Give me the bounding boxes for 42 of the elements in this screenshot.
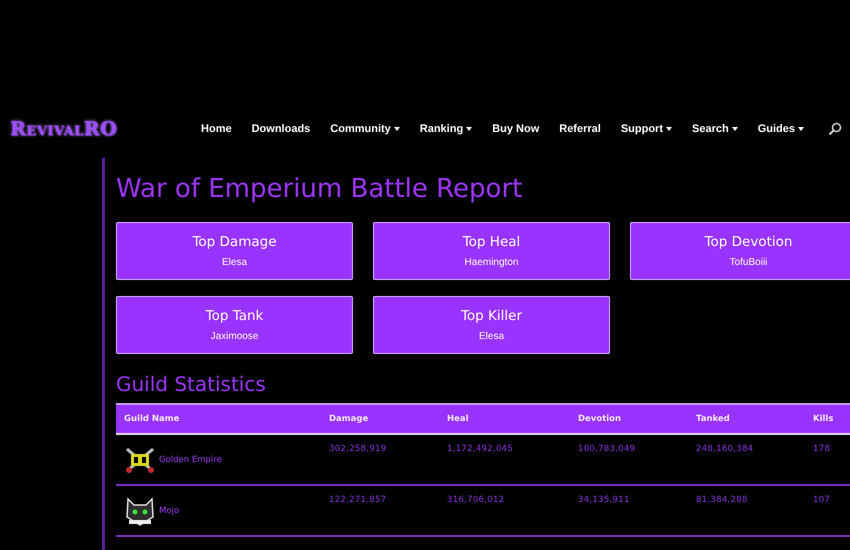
table-cell-text: 122,271,857 (328, 494, 388, 507)
column-header: Heal (446, 414, 470, 424)
table-cell-text: 316,706,012 (446, 494, 506, 507)
nav-link[interactable]: Referral (549, 123, 611, 135)
column-header: Kills (812, 414, 834, 424)
nav-link[interactable]: Community (320, 123, 410, 135)
award-winner: Elesa (478, 331, 504, 342)
table-cell-text: 81,384,288 (695, 494, 749, 507)
guild-name: Mojo (159, 506, 180, 516)
column-header: Devotion (577, 414, 622, 424)
section-title: Guild Statistics (116, 372, 267, 396)
page-title: War of Emperium Battle Report (116, 174, 524, 204)
nav-link[interactable]: Ranking (410, 123, 482, 135)
table-cell-text: 178 (812, 443, 832, 456)
award-title: Top Damage (192, 234, 277, 250)
nav-link[interactable]: Support (610, 123, 682, 135)
award-title: Top Heal (462, 234, 520, 250)
column-header: Guild Name (123, 414, 180, 424)
table-cell-text: 100,783,049 (577, 443, 636, 456)
table-cell-text: 1,172,492,045 (446, 443, 514, 456)
award-winner: Haemington (464, 257, 518, 268)
award-winner: Jaximoose (210, 331, 258, 342)
award-title: Top Tank (206, 308, 264, 324)
nav-link[interactable]: Buy Now (482, 123, 550, 135)
column-header: Damage (328, 414, 370, 424)
site-logo[interactable]: RevivalRO (10, 118, 118, 140)
award-title: Top Killer (460, 308, 522, 324)
table-cell-text: 302,258,919 (328, 443, 388, 456)
table-cell-text: 34,135,911 (577, 494, 631, 507)
table-cell-text: 107 (812, 494, 832, 507)
award-title: Top Devotion (704, 234, 792, 250)
guild-name: Golden Empire (159, 454, 222, 464)
nav-link[interactable]: Guides (748, 123, 814, 135)
nav-link[interactable]: Home (191, 123, 242, 135)
guild-emblem-icon (124, 494, 156, 526)
column-header: Tanked (695, 414, 731, 424)
search-icon[interactable] (828, 122, 842, 136)
award-winner: TofuBoiii (730, 257, 768, 268)
table-cell-text: 248,160,384 (695, 443, 754, 456)
nav-link[interactable]: Downloads (242, 123, 320, 135)
award-winner: Elesa (222, 257, 247, 268)
nav-link[interactable]: Search (682, 123, 748, 135)
